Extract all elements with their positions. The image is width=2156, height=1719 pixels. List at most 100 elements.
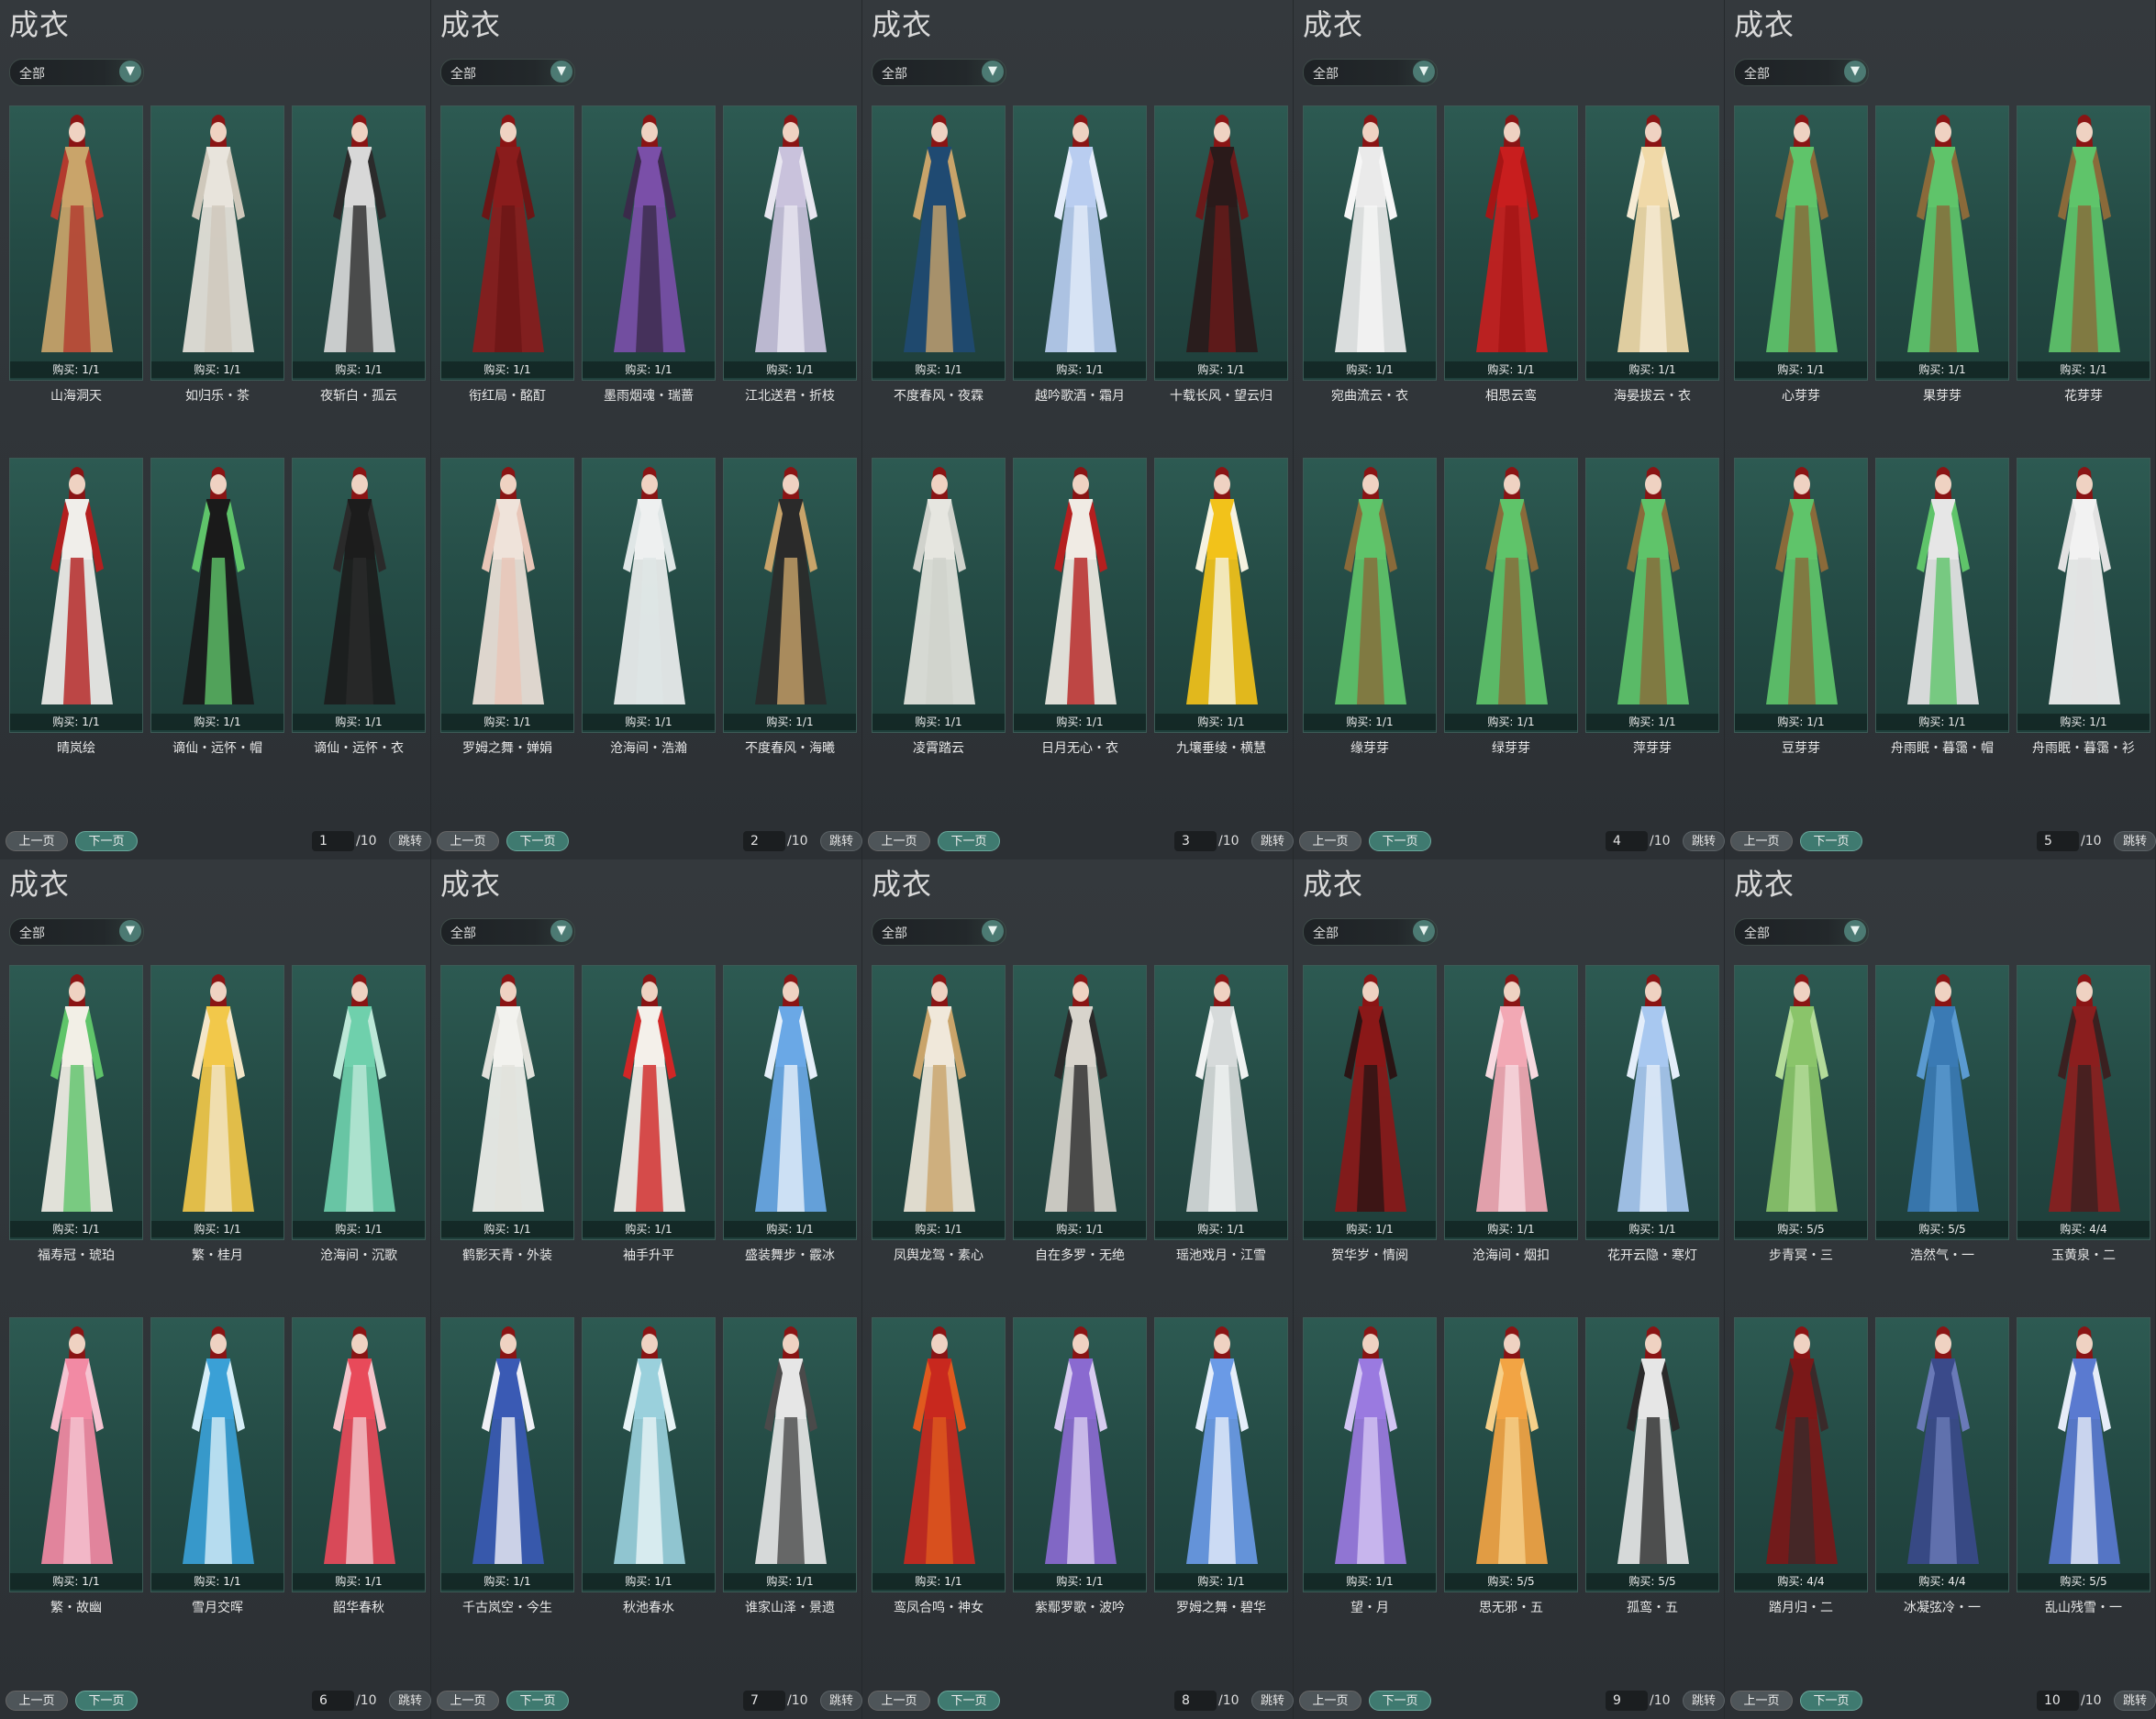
jump-button[interactable]: 跳转 — [820, 1691, 862, 1711]
outfit-card[interactable]: 购买: 1/1 — [1154, 105, 1288, 381]
outfit-card[interactable]: 购买: 1/1 — [9, 965, 143, 1240]
next-page-button[interactable]: 下一页 — [1369, 1691, 1431, 1711]
outfit-card[interactable]: 购买: 1/1 — [1013, 1317, 1147, 1592]
outfit-card[interactable]: 购买: 1/1 — [150, 105, 284, 381]
category-filter-dropdown[interactable]: 全部 ▼ — [440, 59, 575, 86]
outfit-card[interactable]: 购买: 1/1 — [1734, 458, 1868, 733]
chevron-down-icon[interactable]: ▼ — [1844, 61, 1866, 83]
jump-button[interactable]: 跳转 — [1251, 1691, 1294, 1711]
category-filter-dropdown[interactable]: 全部 ▼ — [872, 59, 1006, 86]
outfit-card[interactable]: 购买: 1/1 — [1303, 458, 1437, 733]
prev-page-button[interactable]: 上一页 — [1730, 1691, 1793, 1711]
outfit-card[interactable]: 购买: 1/1 — [582, 965, 716, 1240]
outfit-card[interactable]: 购买: 1/1 — [150, 965, 284, 1240]
page-number-input[interactable]: 1 — [312, 831, 354, 851]
prev-page-button[interactable]: 上一页 — [868, 1691, 930, 1711]
outfit-card[interactable]: 购买: 1/1 — [872, 1317, 1006, 1592]
category-filter-dropdown[interactable]: 全部 ▼ — [1734, 918, 1869, 946]
outfit-card[interactable]: 购买: 1/1 — [1303, 1317, 1437, 1592]
chevron-down-icon[interactable]: ▼ — [1844, 920, 1866, 942]
jump-button[interactable]: 跳转 — [2114, 1691, 2156, 1711]
category-filter-dropdown[interactable]: 全部 ▼ — [1734, 59, 1869, 86]
outfit-card[interactable]: 购买: 1/1 — [1303, 105, 1437, 381]
prev-page-button[interactable]: 上一页 — [1299, 831, 1361, 851]
outfit-card[interactable]: 购买: 1/1 — [9, 105, 143, 381]
outfit-card[interactable]: 购买: 1/1 — [1154, 1317, 1288, 1592]
outfit-card[interactable]: 购买: 1/1 — [9, 1317, 143, 1592]
outfit-card[interactable]: 购买: 4/4 — [1734, 1317, 1868, 1592]
chevron-down-icon[interactable]: ▼ — [1413, 920, 1435, 942]
outfit-card[interactable]: 购买: 1/1 — [292, 105, 426, 381]
outfit-card[interactable]: 购买: 5/5 — [1875, 965, 2009, 1240]
outfit-card[interactable]: 购买: 1/1 — [1444, 965, 1578, 1240]
category-filter-dropdown[interactable]: 全部 ▼ — [9, 59, 144, 86]
outfit-card[interactable]: 购买: 1/1 — [1585, 458, 1719, 733]
prev-page-button[interactable]: 上一页 — [6, 831, 68, 851]
page-number-input[interactable]: 5 — [2037, 831, 2079, 851]
outfit-card[interactable]: 购买: 1/1 — [872, 965, 1006, 1240]
next-page-button[interactable]: 下一页 — [506, 831, 569, 851]
page-number-input[interactable]: 2 — [743, 831, 785, 851]
outfit-card[interactable]: 购买: 1/1 — [1154, 458, 1288, 733]
jump-button[interactable]: 跳转 — [1683, 831, 1725, 851]
next-page-button[interactable]: 下一页 — [75, 831, 138, 851]
outfit-card[interactable]: 购买: 1/1 — [1444, 458, 1578, 733]
outfit-card[interactable]: 购买: 1/1 — [1585, 105, 1719, 381]
prev-page-button[interactable]: 上一页 — [1730, 831, 1793, 851]
category-filter-dropdown[interactable]: 全部 ▼ — [440, 918, 575, 946]
outfit-card[interactable]: 购买: 1/1 — [1875, 458, 2009, 733]
prev-page-button[interactable]: 上一页 — [868, 831, 930, 851]
next-page-button[interactable]: 下一页 — [1800, 831, 1862, 851]
outfit-card[interactable]: 购买: 1/1 — [150, 1317, 284, 1592]
outfit-card[interactable]: 购买: 5/5 — [1444, 1317, 1578, 1592]
outfit-card[interactable]: 购买: 4/4 — [2017, 965, 2150, 1240]
chevron-down-icon[interactable]: ▼ — [550, 61, 572, 83]
next-page-button[interactable]: 下一页 — [938, 831, 1000, 851]
category-filter-dropdown[interactable]: 全部 ▼ — [9, 918, 144, 946]
outfit-card[interactable]: 购买: 1/1 — [440, 1317, 574, 1592]
page-number-input[interactable]: 3 — [1174, 831, 1217, 851]
outfit-card[interactable]: 购买: 1/1 — [292, 1317, 426, 1592]
page-number-input[interactable]: 8 — [1174, 1691, 1217, 1711]
chevron-down-icon[interactable]: ▼ — [1413, 61, 1435, 83]
outfit-card[interactable]: 购买: 5/5 — [2017, 1317, 2150, 1592]
chevron-down-icon[interactable]: ▼ — [982, 920, 1004, 942]
outfit-card[interactable]: 购买: 4/4 — [1875, 1317, 2009, 1592]
jump-button[interactable]: 跳转 — [1251, 831, 1294, 851]
chevron-down-icon[interactable]: ▼ — [550, 920, 572, 942]
outfit-card[interactable]: 购买: 1/1 — [1444, 105, 1578, 381]
jump-button[interactable]: 跳转 — [389, 1691, 431, 1711]
outfit-card[interactable]: 购买: 1/1 — [872, 105, 1006, 381]
outfit-card[interactable]: 购买: 1/1 — [2017, 105, 2150, 381]
outfit-card[interactable]: 购买: 1/1 — [150, 458, 284, 733]
outfit-card[interactable]: 购买: 1/1 — [1013, 965, 1147, 1240]
outfit-card[interactable]: 购买: 1/1 — [440, 105, 574, 381]
page-number-input[interactable]: 7 — [743, 1691, 785, 1711]
outfit-card[interactable]: 购买: 1/1 — [440, 965, 574, 1240]
chevron-down-icon[interactable]: ▼ — [982, 61, 1004, 83]
jump-button[interactable]: 跳转 — [2114, 831, 2156, 851]
jump-button[interactable]: 跳转 — [1683, 1691, 1725, 1711]
page-number-input[interactable]: 6 — [312, 1691, 354, 1711]
page-number-input[interactable]: 10 — [2037, 1691, 2079, 1711]
category-filter-dropdown[interactable]: 全部 ▼ — [1303, 59, 1438, 86]
outfit-card[interactable]: 购买: 1/1 — [1303, 965, 1437, 1240]
page-number-input[interactable]: 4 — [1606, 831, 1648, 851]
outfit-card[interactable]: 购买: 1/1 — [1734, 105, 1868, 381]
outfit-card[interactable]: 购买: 1/1 — [872, 458, 1006, 733]
outfit-card[interactable]: 购买: 1/1 — [1013, 105, 1147, 381]
next-page-button[interactable]: 下一页 — [1800, 1691, 1862, 1711]
outfit-card[interactable]: 购买: 1/1 — [582, 458, 716, 733]
outfit-card[interactable]: 购买: 1/1 — [2017, 458, 2150, 733]
chevron-down-icon[interactable]: ▼ — [119, 61, 141, 83]
next-page-button[interactable]: 下一页 — [506, 1691, 569, 1711]
outfit-card[interactable]: 购买: 1/1 — [1013, 458, 1147, 733]
outfit-card[interactable]: 购买: 1/1 — [9, 458, 143, 733]
outfit-card[interactable]: 购买: 5/5 — [1734, 965, 1868, 1240]
prev-page-button[interactable]: 上一页 — [437, 1691, 499, 1711]
outfit-card[interactable]: 购买: 1/1 — [1875, 105, 2009, 381]
outfit-card[interactable]: 购买: 1/1 — [582, 105, 716, 381]
outfit-card[interactable]: 购买: 5/5 — [1585, 1317, 1719, 1592]
next-page-button[interactable]: 下一页 — [1369, 831, 1431, 851]
outfit-card[interactable]: 购买: 1/1 — [1154, 965, 1288, 1240]
